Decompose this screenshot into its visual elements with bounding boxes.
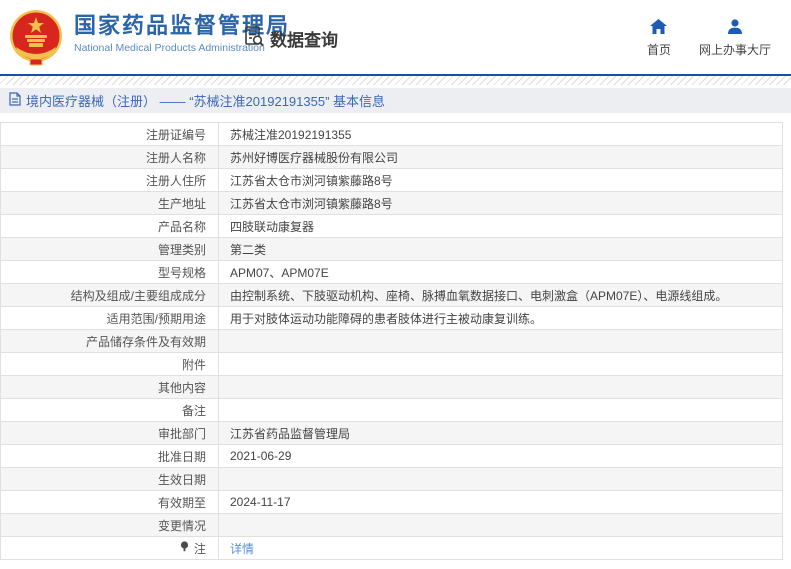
- table-row: 批准日期 2021-06-29: [1, 445, 782, 468]
- field-value: [219, 353, 782, 375]
- field-value: 2021-06-29: [230, 449, 292, 463]
- table-row: 管理类别 第二类: [1, 238, 782, 261]
- data-query-icon: [243, 25, 265, 52]
- field-label: 注册证编号: [1, 123, 219, 145]
- breadcrumb-text: 境内医疗器械（注册） —— “苏械注准20192191355” 基本信息: [26, 94, 386, 109]
- table-row: 审批部门 江苏省药品监督管理局: [1, 422, 782, 445]
- note-icon: [180, 541, 189, 555]
- table-row: 结构及组成/主要组成成分 由控制系统、下肢驱动机构、座椅、脉搏血氧数据接口、电刺…: [1, 284, 782, 307]
- field-label: 批准日期: [1, 445, 219, 467]
- breadcrumb: 境内医疗器械（注册） —— “苏械注准20192191355” 基本信息: [0, 88, 791, 113]
- field-value: 江苏省太仓市浏河镇紫藤路8号: [230, 173, 393, 188]
- field-label-text: 注: [193, 541, 206, 556]
- table-row: 产品储存条件及有效期: [1, 330, 782, 353]
- hatch-texture: [0, 76, 791, 85]
- table-row: 有效期至 2024-11-17: [1, 491, 782, 514]
- field-value: 由控制系统、下肢驱动机构、座椅、脉搏血氧数据接口、电刺激盒（APM07E）、电源…: [230, 288, 728, 303]
- user-icon: [727, 19, 743, 37]
- nav-item-home[interactable]: 首页: [647, 19, 671, 58]
- top-nav: 首页 网上办事大厅: [647, 19, 771, 58]
- field-label: 产品名称: [1, 215, 219, 237]
- field-value: [219, 376, 782, 398]
- field-label: 型号规格: [1, 261, 219, 283]
- field-label: 附件: [1, 353, 219, 375]
- table-row: 注册证编号 苏械注准20192191355: [1, 123, 782, 146]
- field-value: APM07、APM07E: [230, 265, 329, 280]
- field-label: 注册人名称: [1, 146, 219, 168]
- data-query-tab[interactable]: 数据查询: [243, 25, 338, 52]
- table-row: 备注: [1, 399, 782, 422]
- field-label: 管理类别: [1, 238, 219, 260]
- field-label: 注: [1, 537, 219, 559]
- nav-item-service-hall-label: 网上办事大厅: [698, 43, 771, 57]
- field-label: 注册人住所: [1, 169, 219, 191]
- field-label: 审批部门: [1, 422, 219, 444]
- table-row: 适用范围/预期用途 用于对肢体运动功能障碍的患者肢体进行主被动康复训练。: [1, 307, 782, 330]
- table-row: 附件: [1, 353, 782, 376]
- field-label: 适用范围/预期用途: [1, 307, 219, 329]
- national-emblem-icon: [8, 9, 64, 67]
- field-label: 生效日期: [1, 468, 219, 490]
- field-value: 江苏省药品监督管理局: [230, 426, 351, 441]
- field-value: [219, 468, 782, 490]
- field-value: 详情: [219, 537, 782, 559]
- field-label: 备注: [1, 399, 219, 421]
- field-value: 江苏省太仓市浏河镇紫藤路8号: [230, 196, 393, 211]
- nav-item-service-hall[interactable]: 网上办事大厅: [699, 19, 771, 58]
- field-value: 第二类: [230, 242, 267, 257]
- table-row: 产品名称 四肢联动康复器: [1, 215, 782, 238]
- field-label: 产品储存条件及有效期: [1, 330, 219, 352]
- document-icon: [9, 92, 21, 109]
- field-value: 2024-11-17: [230, 495, 291, 509]
- nav-item-home-label: 首页: [646, 43, 671, 57]
- table-row: 注册人名称 苏州好博医疗器械股份有限公司: [1, 146, 782, 169]
- field-value: [219, 330, 782, 352]
- details-link[interactable]: 详情: [230, 540, 254, 557]
- field-value: 用于对肢体运动功能障碍的患者肢体进行主被动康复训练。: [230, 311, 543, 326]
- field-value: 苏州好博医疗器械股份有限公司: [230, 150, 399, 165]
- field-value: [219, 514, 782, 536]
- table-row: 注 详情: [1, 537, 782, 560]
- field-label: 有效期至: [1, 491, 219, 513]
- table-row: 变更情况: [1, 514, 782, 537]
- field-value: [219, 399, 782, 421]
- field-value: 四肢联动康复器: [230, 219, 315, 234]
- field-label: 变更情况: [1, 514, 219, 536]
- registration-detail-table: 注册证编号 苏械注准20192191355 注册人名称 苏州好博医疗器械股份有限…: [0, 122, 783, 560]
- field-label: 生产地址: [1, 192, 219, 214]
- field-label: 其他内容: [1, 376, 219, 398]
- home-icon: [650, 19, 668, 37]
- table-row: 注册人住所 江苏省太仓市浏河镇紫藤路8号: [1, 169, 782, 192]
- field-value: 苏械注准20192191355: [230, 127, 352, 142]
- table-row: 其他内容: [1, 376, 782, 399]
- page-header: 国家药品监督管理局 National Medical Products Admi…: [0, 0, 791, 74]
- table-row: 生产地址 江苏省太仓市浏河镇紫藤路8号: [1, 192, 782, 215]
- data-query-label: 数据查询: [270, 31, 338, 50]
- table-row: 型号规格 APM07、APM07E: [1, 261, 782, 284]
- field-label: 结构及组成/主要组成成分: [1, 284, 219, 306]
- table-row: 生效日期: [1, 468, 782, 491]
